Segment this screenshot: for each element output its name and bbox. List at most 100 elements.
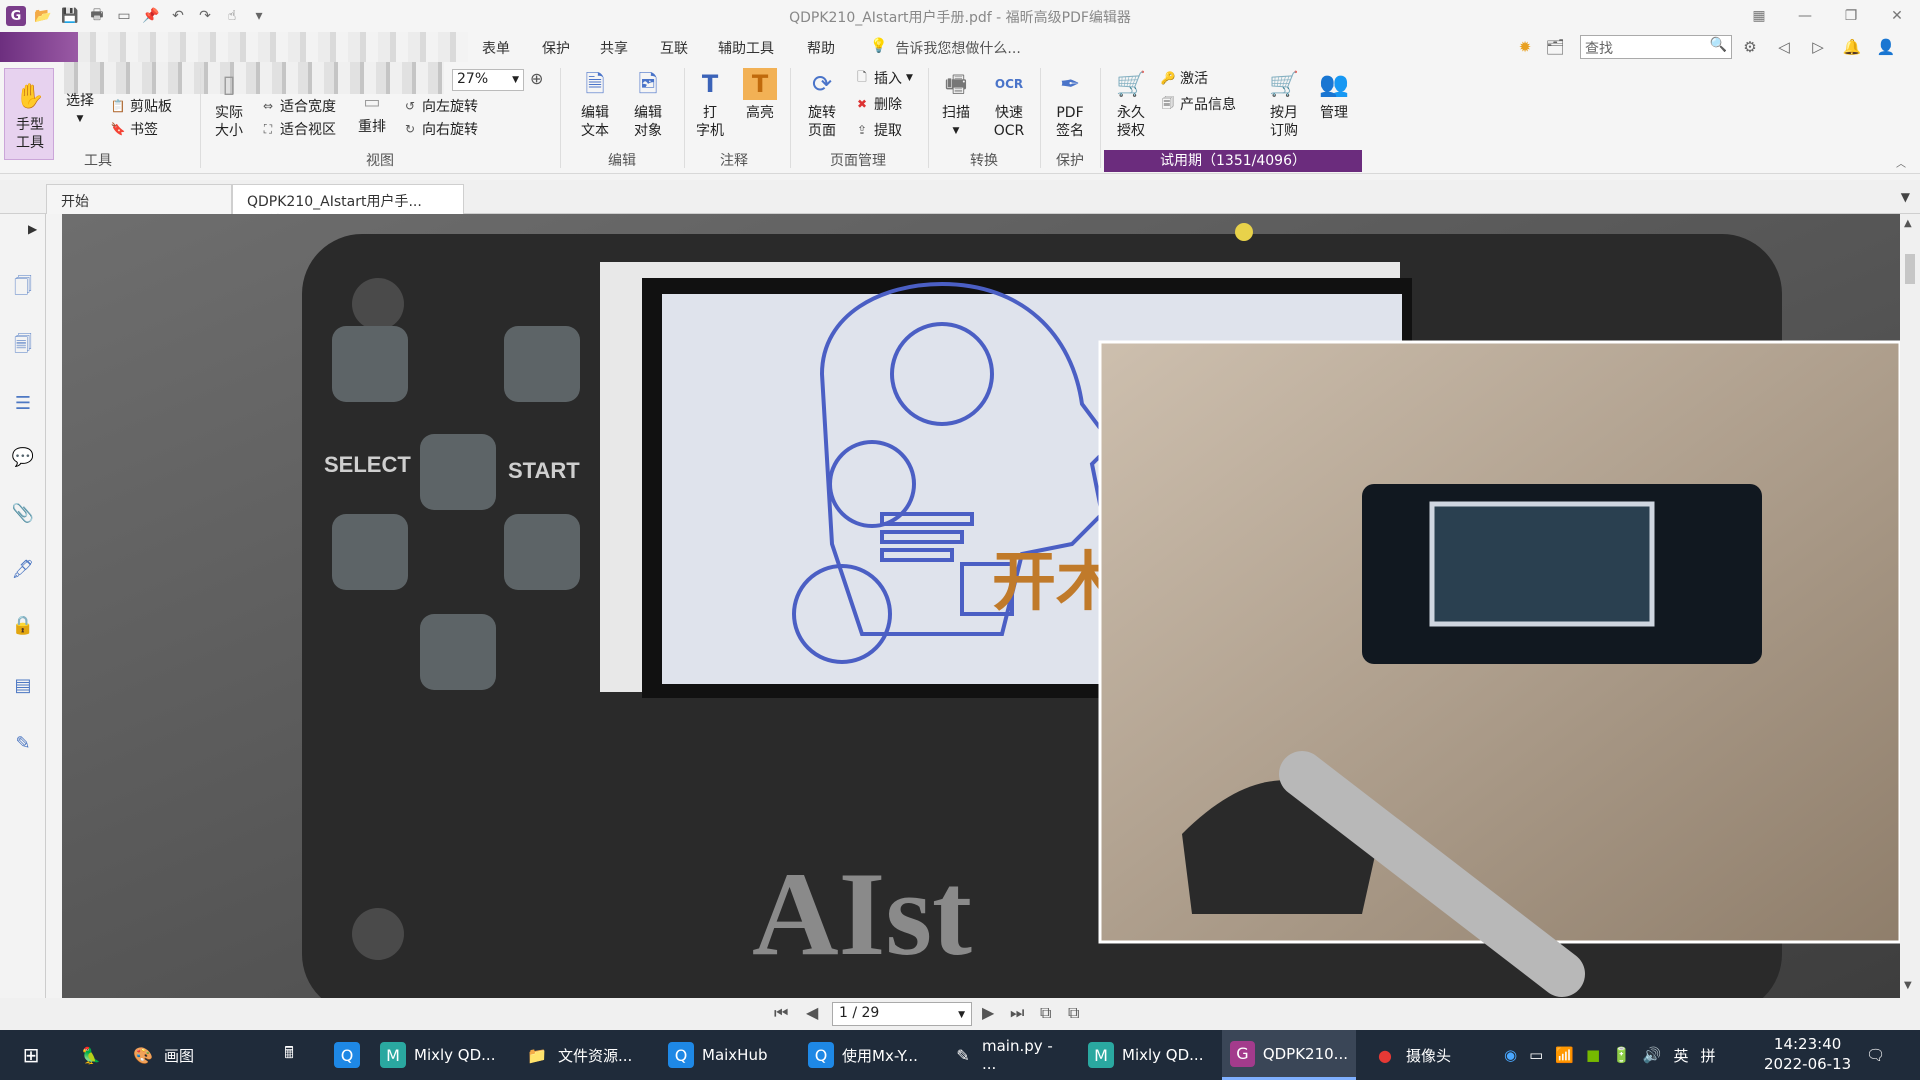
reflow-button[interactable]: ▭ 重排 bbox=[354, 92, 390, 136]
quick-ocr-button[interactable]: OCR 快速 OCR bbox=[986, 68, 1032, 140]
extract-page-button[interactable]: ⇪ 提取 bbox=[854, 120, 902, 140]
tab-document[interactable]: QDPK210_AIstart用户手... ✕ bbox=[232, 184, 464, 227]
battery-icon[interactable]: 🔋 bbox=[1612, 1046, 1631, 1064]
print-icon[interactable]: 🖶 bbox=[87, 6, 107, 26]
menu-accessibility[interactable]: 辅助工具 bbox=[718, 38, 774, 58]
document-view[interactable]: SELECT START 开木 AIst bbox=[62, 214, 1900, 998]
previous-page-icon[interactable]: ◀ bbox=[806, 1003, 818, 1022]
edit-object-button[interactable]: 🖻 编辑 对象 bbox=[622, 68, 674, 140]
taskbar-file-explorer[interactable]: 📁 文件资源... bbox=[516, 1030, 654, 1080]
taskbar-browser[interactable]: Q bbox=[326, 1030, 368, 1080]
actual-size-button[interactable]: ▯ 实际 大小 bbox=[206, 68, 252, 140]
notification-bell-icon[interactable]: 🔔 bbox=[1842, 37, 1862, 57]
sun-icon[interactable]: ✹ bbox=[1515, 37, 1535, 57]
form-fields-icon[interactable]: ▤ bbox=[10, 672, 36, 698]
pin-icon[interactable]: 📌 bbox=[141, 6, 161, 26]
bookmark-button[interactable]: 🔖 书签 bbox=[110, 119, 158, 139]
taskbar-calculator[interactable]: 🖩 bbox=[268, 1030, 310, 1080]
pages-icon[interactable]: 🗐 bbox=[10, 334, 36, 360]
close-window-button[interactable]: ✕ bbox=[1874, 0, 1920, 32]
taskbar-camera[interactable]: ● 摄像头 bbox=[1364, 1030, 1494, 1080]
rotate-left-button[interactable]: ↺ 向左旋转 bbox=[402, 96, 478, 116]
page-dropdown-icon[interactable]: ▼ bbox=[958, 1010, 965, 1020]
open-folder-icon[interactable]: 📂 bbox=[33, 6, 53, 26]
previous-view-icon[interactable]: ⧉ bbox=[1040, 1003, 1051, 1023]
zoom-dropdown-icon[interactable]: ▼ bbox=[512, 75, 519, 85]
comments-icon[interactable]: 💬 bbox=[10, 444, 36, 470]
taskbar-mx-yolo[interactable]: Q 使用Mx-Y... bbox=[800, 1030, 938, 1080]
taskbar-app-parrot[interactable]: 🦜 bbox=[70, 1030, 112, 1080]
collapse-ribbon-icon[interactable]: ︿ bbox=[1896, 152, 1906, 172]
insert-button[interactable]: 🗋 插入 ▼ bbox=[854, 68, 913, 88]
scroll-down-icon[interactable]: ▼ bbox=[1904, 980, 1912, 991]
system-clock[interactable]: 14:23:40 2022-06-13 bbox=[1764, 1034, 1851, 1074]
last-page-icon[interactable]: ⏭ bbox=[1010, 1003, 1024, 1023]
hand-dropdown-icon[interactable]: ☝ bbox=[222, 6, 242, 26]
ribbon-display-options-icon[interactable]: ▦ bbox=[1736, 0, 1782, 32]
select-button[interactable]: 选择 ▼ bbox=[58, 92, 102, 128]
settings-gear-icon[interactable]: ⚙ bbox=[1740, 37, 1760, 57]
restore-button[interactable]: ❐ bbox=[1828, 0, 1874, 32]
delete-page-button[interactable]: ✖ 删除 bbox=[854, 94, 902, 114]
tools-pen-icon[interactable]: ✎ bbox=[10, 730, 36, 756]
menu-share[interactable]: 共享 bbox=[600, 38, 628, 58]
screenshot-icon[interactable]: ▭ bbox=[114, 6, 134, 26]
taskbar-mixly-2[interactable]: M Mixly QD... bbox=[1080, 1030, 1212, 1080]
tray-window-icon[interactable]: ▭ bbox=[1529, 1046, 1543, 1064]
file-menu-blurred[interactable] bbox=[0, 32, 78, 62]
zoom-in-icon[interactable]: ⊕ bbox=[530, 68, 543, 88]
edit-text-button[interactable]: 🗎 编辑 文本 bbox=[572, 68, 618, 140]
tab-list-dropdown-icon[interactable]: ▼ bbox=[1901, 190, 1910, 204]
manage-button[interactable]: 👥 管理 bbox=[1312, 68, 1356, 122]
ime-label[interactable]: 拼 bbox=[1701, 1045, 1716, 1066]
redo-icon[interactable]: ↷ bbox=[195, 6, 215, 26]
taskbar-paint[interactable]: 🎨 画图 bbox=[122, 1030, 252, 1080]
next-view-icon[interactable]: ⧉ bbox=[1068, 1003, 1079, 1023]
search-input[interactable]: 查找 🔍 bbox=[1580, 35, 1732, 59]
find-folder-icon[interactable]: 🗂 bbox=[1545, 37, 1565, 57]
input-lang-label[interactable]: 英 bbox=[1674, 1045, 1689, 1066]
tab-start[interactable]: 开始 bbox=[46, 184, 232, 214]
rotate-right-button[interactable]: ↻ 向右旋转 bbox=[402, 119, 478, 139]
undo-icon[interactable]: ↶ bbox=[168, 6, 188, 26]
menu-help[interactable]: 帮助 bbox=[807, 38, 835, 58]
next-page-icon[interactable]: ▶ bbox=[982, 1003, 994, 1022]
search-icon[interactable]: 🔍 bbox=[1710, 37, 1727, 53]
expand-panel-icon[interactable]: ▶ bbox=[28, 222, 37, 236]
signatures-icon[interactable]: 🖋 bbox=[10, 556, 36, 582]
volume-icon[interactable]: 🔊 bbox=[1643, 1046, 1662, 1064]
scroll-thumb[interactable] bbox=[1905, 254, 1915, 284]
back-arrow-icon[interactable]: ◁ bbox=[1774, 37, 1794, 57]
minimize-button[interactable]: — bbox=[1782, 0, 1828, 32]
security-lock-icon[interactable]: 🔒 bbox=[10, 612, 36, 638]
fit-view-button[interactable]: ⛶ 适合视区 bbox=[260, 119, 336, 139]
customize-quick-access-icon[interactable]: ▾ bbox=[249, 6, 269, 26]
layers-icon[interactable]: ☰ bbox=[10, 390, 36, 416]
pdf-sign-button[interactable]: ✒ PDF 签名 bbox=[1046, 68, 1094, 140]
action-center[interactable]: 🗨 bbox=[1866, 1030, 1885, 1080]
vertical-scrollbar[interactable]: ▲ ▼ bbox=[1900, 214, 1920, 998]
taskbar-foxit-pdf[interactable]: G QDPK210... bbox=[1222, 1030, 1356, 1080]
first-page-icon[interactable]: ⏮ bbox=[774, 1003, 788, 1023]
menu-form[interactable]: 表单 bbox=[482, 38, 510, 58]
product-info-button[interactable]: 🗐 产品信息 bbox=[1160, 94, 1236, 114]
clipboard-button[interactable]: 📋 剪贴板 bbox=[110, 96, 172, 116]
foxit-logo-icon[interactable]: G bbox=[6, 6, 26, 26]
attachments-icon[interactable]: 📎 bbox=[10, 500, 36, 526]
rotate-page-button[interactable]: ⟳ 旋转 页面 bbox=[796, 68, 848, 140]
tray-app-icon[interactable]: ◉ bbox=[1504, 1046, 1517, 1064]
hand-tool-label-wrap[interactable]: ✋ 手型 工具 bbox=[6, 80, 54, 152]
nvidia-icon[interactable]: ■ bbox=[1586, 1046, 1600, 1064]
tell-me-box[interactable]: 💡 告诉我您想做什么... bbox=[870, 38, 1021, 58]
activate-button[interactable]: 🔑 激活 bbox=[1160, 68, 1208, 88]
monthly-subscribe-button[interactable]: 🛒 按月 订购 bbox=[1262, 68, 1306, 140]
page-number-input[interactable]: 1 / 29 ▼ bbox=[832, 1002, 972, 1026]
page-thumbnails-icon[interactable]: 🗍 bbox=[10, 276, 36, 302]
scan-button[interactable]: 🖷 扫描 ▼ bbox=[934, 68, 978, 140]
perm-license-button[interactable]: 🛒 永久 授权 bbox=[1108, 68, 1154, 140]
zoom-input[interactable]: 27% ▼ bbox=[452, 69, 524, 91]
highlight-button[interactable]: T 高亮 bbox=[738, 68, 782, 122]
menu-connect[interactable]: 互联 bbox=[660, 38, 688, 58]
taskbar-main-py[interactable]: ✎ main.py - ... bbox=[944, 1030, 1066, 1080]
typewriter-button[interactable]: T 打 字机 bbox=[688, 68, 732, 140]
